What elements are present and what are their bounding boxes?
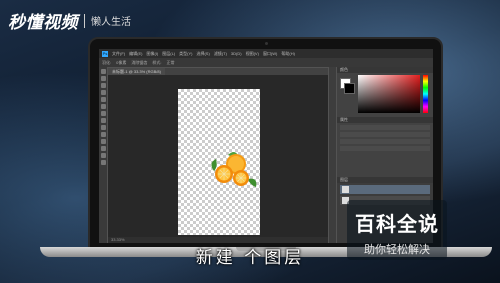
feather-label: 羽化: xyxy=(102,59,112,65)
hand-tool-icon[interactable] xyxy=(100,153,106,158)
pen-tool-icon[interactable] xyxy=(100,139,106,144)
color-panel xyxy=(340,75,430,115)
style-label: 样式: xyxy=(152,59,162,65)
eyedropper-tool-icon[interactable] xyxy=(100,104,106,109)
lasso-tool-icon[interactable] xyxy=(100,83,106,88)
menu-item-filter[interactable]: 滤镜(T) xyxy=(214,51,227,57)
menu-item-3d[interactable]: 3D(D) xyxy=(231,51,242,56)
document-tab[interactable]: 未标题-1 @ 33.3% (RGB/8) xyxy=(108,68,165,75)
magic-wand-tool-icon[interactable] xyxy=(100,90,106,95)
menu-item-file[interactable]: 文件(F) xyxy=(112,51,125,57)
anti-alias-checkbox[interactable]: 消除锯齿 xyxy=(131,60,147,66)
style-select[interactable]: 正常 xyxy=(166,60,174,66)
zoom-tool-icon[interactable] xyxy=(100,160,106,165)
menu-item-layer[interactable]: 图层(L) xyxy=(162,51,175,57)
color-picker-field[interactable] xyxy=(358,75,420,113)
watermark-divider xyxy=(84,13,85,28)
properties-row[interactable] xyxy=(340,125,430,130)
properties-row[interactable] xyxy=(340,139,430,144)
menu-item-type[interactable]: 类型(Y) xyxy=(179,51,192,57)
background-color-swatch[interactable] xyxy=(344,83,355,94)
watermark-subtitle: 懒人生活 xyxy=(91,17,131,28)
menu-item-view[interactable]: 视图(V) xyxy=(246,51,259,57)
crop-tool-icon[interactable] xyxy=(100,97,106,102)
text-tool-icon[interactable] xyxy=(100,146,106,151)
menu-bar: Ps 文件(F) 编辑(E) 图像(I) 图层(L) 类型(Y) 选择(S) 滤… xyxy=(99,49,433,58)
hue-slider[interactable] xyxy=(423,75,428,113)
layer-row[interactable] xyxy=(340,185,430,194)
feather-value[interactable]: 0像素 xyxy=(116,60,126,66)
eraser-tool-icon[interactable] xyxy=(100,125,106,130)
move-tool-icon[interactable] xyxy=(100,69,106,74)
menu-item-edit[interactable]: 编辑(E) xyxy=(129,51,142,57)
oranges-image xyxy=(211,152,257,187)
layer-thumbnail xyxy=(342,186,349,193)
document-tab-bar: 未标题-1 @ 33.3% (RGB/8) xyxy=(108,68,328,75)
brand-title: 百科全说 xyxy=(355,212,439,236)
watermark-logo: 秒懂视频 xyxy=(8,13,78,33)
menu-item-image[interactable]: 图像(I) xyxy=(146,51,158,57)
properties-row[interactable] xyxy=(340,132,430,137)
menu-item-select[interactable]: 选择(S) xyxy=(196,51,209,57)
brush-tool-icon[interactable] xyxy=(100,111,106,116)
brand-badge: 百科全说 助你轻松解决 xyxy=(347,200,447,260)
video-watermark: 秒懂视频 懒人生活 xyxy=(8,8,131,33)
marquee-tool-icon[interactable] xyxy=(100,76,106,81)
ps-logo-icon: Ps xyxy=(102,50,108,57)
gradient-tool-icon[interactable] xyxy=(100,132,106,137)
collapsed-panels-strip[interactable] xyxy=(329,67,336,243)
options-bar: 羽化: 0像素 消除锯齿 样式: 正常 xyxy=(99,58,433,67)
tools-panel xyxy=(99,67,107,243)
color-panel-header[interactable]: 颜色 xyxy=(337,67,433,73)
menu-item-help[interactable]: 帮助(H) xyxy=(281,51,295,57)
transparent-document[interactable] xyxy=(178,89,260,235)
menu-item-window[interactable]: 窗口(W) xyxy=(263,51,277,57)
brand-slogan: 助你轻松解决 xyxy=(364,243,430,256)
properties-panel-header[interactable]: 属性 xyxy=(337,117,433,123)
camera-icon xyxy=(265,42,268,45)
stamp-tool-icon[interactable] xyxy=(100,118,106,123)
layers-panel-header[interactable]: 图层 xyxy=(337,177,433,183)
canvas-area[interactable] xyxy=(108,75,328,237)
properties-row[interactable] xyxy=(340,146,430,151)
